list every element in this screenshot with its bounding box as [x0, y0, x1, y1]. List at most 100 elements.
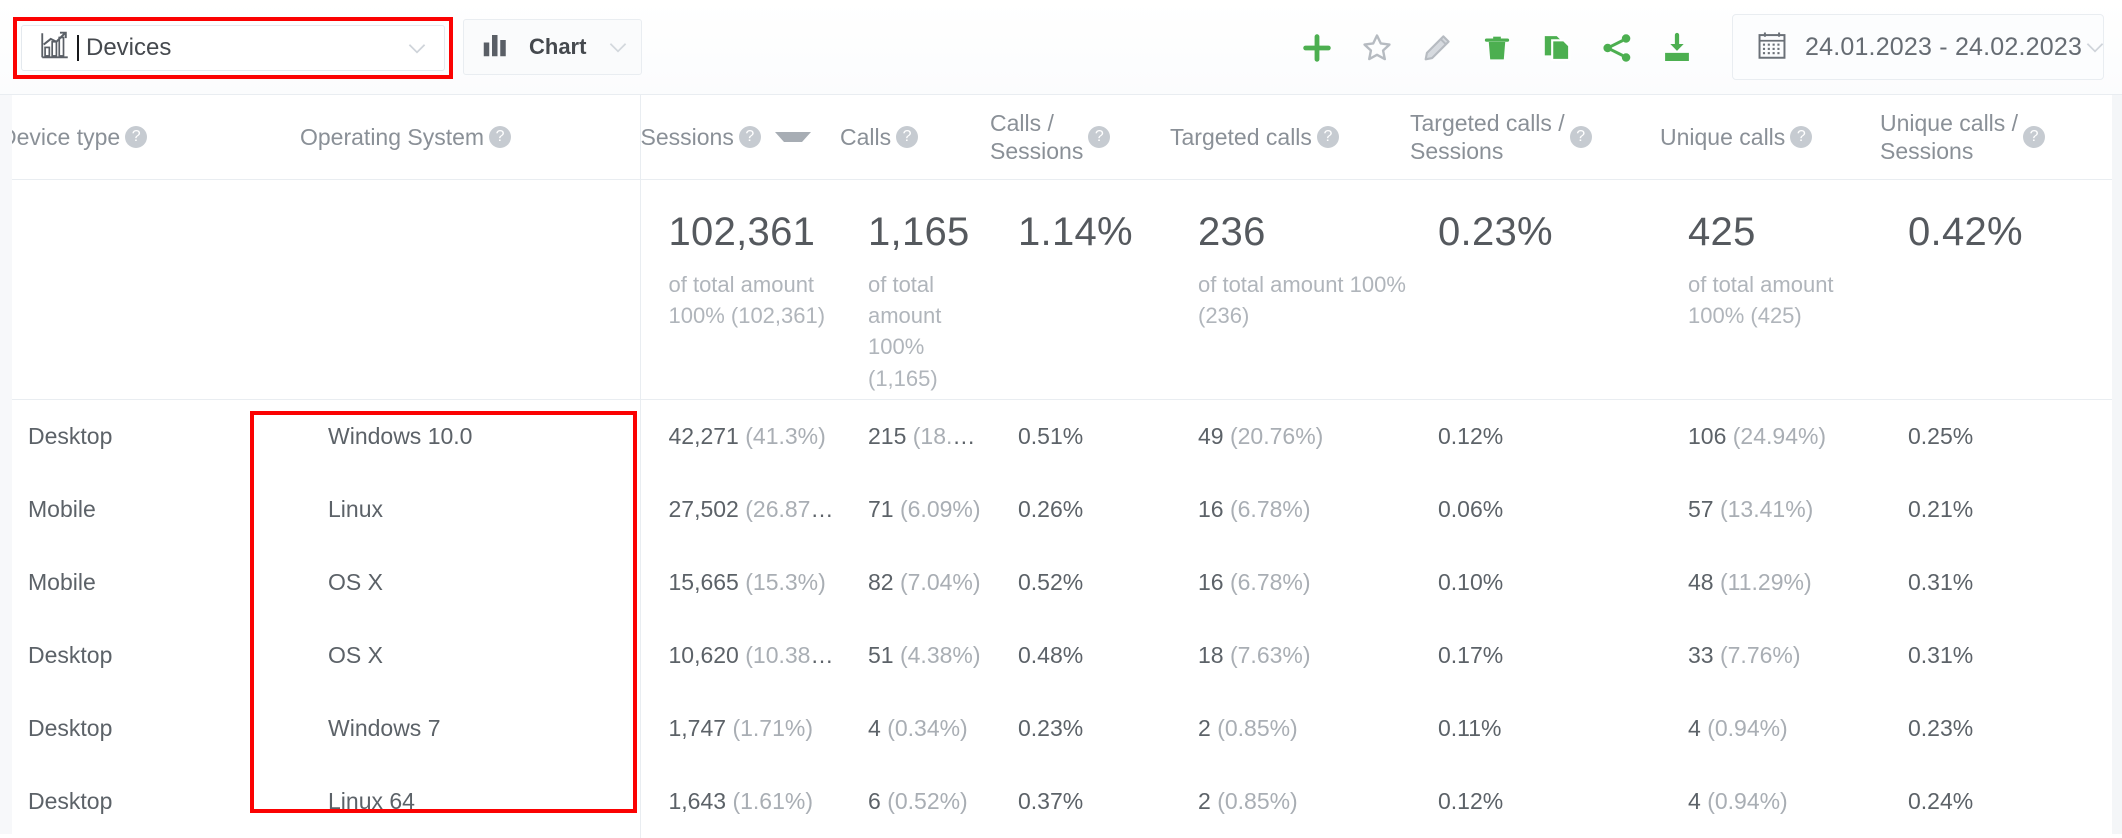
cell-percent: (6.78%) [1230, 569, 1311, 595]
cell-value: 18 (7.63%) [1198, 619, 1410, 692]
cell-value: 0.24% [1908, 765, 2122, 838]
cell-value: 0.21% [1908, 473, 2122, 546]
table-row[interactable]: DesktopOS X10,620 (10.38%)51 (4.38%)0.48… [0, 619, 2122, 692]
view-type-selector[interactable]: Chart [463, 19, 642, 75]
cell-value: Mobile [28, 546, 300, 619]
cell-value: 0.26% [1018, 473, 1170, 546]
plus-icon[interactable] [1300, 31, 1334, 65]
pencil-icon[interactable] [1420, 31, 1454, 65]
column-header-label: Operating System [300, 123, 484, 151]
cell-unique-calls: 48 (11.29%) [1660, 546, 1880, 619]
cell-percent: (6.09%) [900, 496, 981, 522]
cell-unique-calls: 106 (24.94%) [1660, 400, 1880, 474]
table-row[interactable]: MobileOS X15,665 (15.3%)82 (7.04%)0.52%1… [0, 546, 2122, 619]
column-header-label: Targeted calls [1170, 123, 1312, 151]
totals-unique-calls-per-sessions: 0.42% [1880, 180, 2122, 400]
star-icon[interactable] [1360, 31, 1394, 65]
totals-value: 236 [1198, 210, 1410, 255]
cell-percent: (0.94%) [1707, 715, 1788, 741]
totals-value: 0.23% [1438, 210, 1660, 255]
help-icon[interactable]: ? [2023, 126, 2045, 148]
cell-operating-system: Linux 64 [300, 765, 640, 838]
help-icon[interactable]: ? [1790, 126, 1812, 148]
cell-targeted-calls-per-sessions: 0.17% [1410, 619, 1660, 692]
table-row[interactable]: DesktopWindows 10.042,271 (41.3%)215 (18… [0, 400, 2122, 474]
totals-value: 102,361 [669, 210, 841, 255]
view-type-label: Chart [529, 34, 586, 60]
cell-percent: (26.87%) [745, 496, 838, 522]
share-icon[interactable] [1600, 31, 1634, 65]
cell-value: 4 (0.94%) [1688, 692, 1880, 765]
table-row[interactable]: DesktopWindows 71,747 (1.71%)4 (0.34%)0.… [0, 692, 2122, 765]
cell-calls-per-sessions: 0.51% [990, 400, 1170, 474]
cell-operating-system: Windows 10.0 [300, 400, 640, 474]
date-range-picker[interactable]: 24.01.2023 - 24.02.2023 [1732, 14, 2104, 80]
table-right-gutter[interactable] [2112, 95, 2122, 834]
column-header-targeted-calls-per-sessions[interactable]: Targeted calls / Sessions ? [1410, 95, 1660, 180]
date-range-label: 24.01.2023 - 24.02.2023 [1805, 33, 2082, 62]
cell-device-type: Desktop [0, 765, 300, 838]
cell-value: 16 (6.78%) [1198, 546, 1410, 619]
chevron-down-icon[interactable] [404, 35, 430, 61]
sort-descending-icon[interactable] [775, 132, 811, 142]
cell-device-type: Desktop [0, 400, 300, 474]
cell-value: 10,620 (10.38%) [669, 619, 841, 692]
cell-value: 51 (4.38%) [868, 619, 990, 692]
totals-subtext: of total amount 100% (236) [1198, 269, 1410, 331]
cell-value: 0.12% [1438, 765, 1660, 838]
cell-value: 27,502 (26.87%) [669, 473, 841, 546]
cell-value: 0.06% [1438, 473, 1660, 546]
cell-percent: (4.38%) [900, 642, 981, 668]
column-header-operating-system[interactable]: Operating System ? [300, 95, 640, 180]
cell-device-type: Desktop [0, 619, 300, 692]
help-icon[interactable]: ? [1088, 126, 1110, 148]
help-icon[interactable]: ? [1570, 126, 1592, 148]
column-header-label: Device type [0, 123, 120, 151]
cell-value: 0.31% [1908, 619, 2122, 692]
copy-icon[interactable] [1540, 31, 1574, 65]
help-icon[interactable]: ? [896, 126, 918, 148]
column-header-targeted-calls[interactable]: Targeted calls ? [1170, 95, 1410, 180]
cell-percent: (41.3%) [745, 423, 826, 449]
column-header-device-type[interactable]: Device type ? [0, 95, 300, 180]
cell-unique-calls: 33 (7.76%) [1660, 619, 1880, 692]
chevron-down-icon[interactable] [2082, 34, 2108, 60]
cell-value: 0.37% [1018, 765, 1170, 838]
cell-value: 33 (7.76%) [1688, 619, 1880, 692]
cell-targeted-calls-per-sessions: 0.06% [1410, 473, 1660, 546]
cell-percent: (18.45… [913, 423, 990, 449]
column-header-unique-calls[interactable]: Unique calls ? [1660, 95, 1880, 180]
table-row[interactable]: MobileLinux27,502 (26.87%)71 (6.09%)0.26… [0, 473, 2122, 546]
column-header-calls[interactable]: Calls ? [840, 95, 990, 180]
chart-growth-icon [38, 29, 72, 68]
cell-calls: 215 (18.45… [840, 400, 990, 474]
cell-sessions: 15,665 (15.3%) [640, 546, 840, 619]
totals-row: 102,361 of total amount 100% (102,361) 1… [0, 180, 2122, 400]
cell-targeted-calls-per-sessions: 0.11% [1410, 692, 1660, 765]
help-icon[interactable]: ? [1317, 126, 1339, 148]
table-left-gutter [0, 95, 12, 834]
column-header-line-1: Calls / [990, 110, 1054, 136]
cell-value: 1,643 (1.61%) [669, 765, 841, 838]
cell-value: 6 (0.52%) [868, 765, 990, 838]
report-selector[interactable]: Devices [21, 25, 445, 71]
chevron-down-icon[interactable] [605, 34, 631, 60]
cell-value: 4 (0.34%) [868, 692, 990, 765]
table-row[interactable]: DesktopLinux 64 1,643 (1.61%) 6 (0.52%) 0.3… [0, 765, 2122, 838]
download-icon[interactable] [1660, 31, 1694, 65]
help-icon[interactable]: ? [489, 126, 511, 148]
column-header-unique-calls-per-sessions[interactable]: Unique calls / Sessions ? [1880, 95, 2122, 180]
cell-percent: (0.85%) [1217, 715, 1298, 741]
cell-value: Desktop [28, 692, 300, 765]
totals-calls-per-sessions: 1.14% [990, 180, 1170, 400]
cell-percent: (1.61%) [732, 788, 813, 814]
cell-value: Windows 10.0 [328, 400, 640, 473]
column-header-sessions[interactable]: Sessions ? [640, 95, 840, 180]
cell-value: Linux [328, 473, 640, 546]
column-header-line-2: Sessions [1880, 138, 1973, 164]
totals-operating-system [300, 180, 640, 400]
trash-icon[interactable] [1480, 31, 1514, 65]
help-icon[interactable]: ? [739, 126, 761, 148]
column-header-calls-per-sessions[interactable]: Calls / Sessions ? [990, 95, 1170, 180]
help-icon[interactable]: ? [125, 126, 147, 148]
